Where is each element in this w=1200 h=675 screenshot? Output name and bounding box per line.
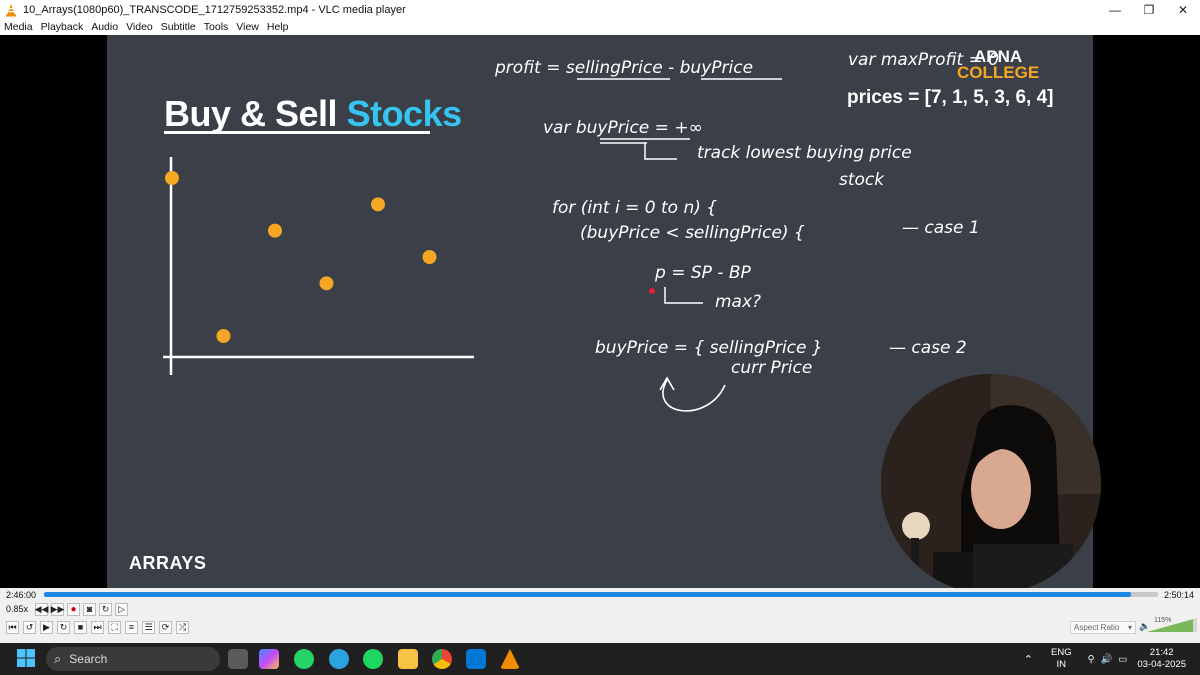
menu-help[interactable]: Help (263, 21, 293, 33)
window-title: 10_Arrays(1080p60)_TRANSCODE_17127592533… (23, 3, 406, 16)
note-profit-expr: p = SP - BP (654, 263, 751, 283)
note-case2-curr: curr Price (731, 358, 812, 378)
fullscreen-icon[interactable]: ⛶ (108, 620, 121, 634)
menu-view[interactable]: View (232, 21, 263, 33)
telegram-icon[interactable] (329, 649, 349, 669)
menu-subtitle[interactable]: Subtitle (157, 21, 200, 33)
spotify-icon[interactable] (363, 649, 383, 669)
controls-row-bottom: ⏮ ↺ ▶ ↻ ■ ⏭ ⛶ ≡ ☰ ⟳ ⤮ (6, 620, 189, 634)
network-icon[interactable]: ⚲ (1088, 654, 1095, 665)
stock-points (165, 171, 437, 343)
seek-progress (44, 592, 1132, 597)
whatsapp-icon[interactable] (294, 649, 314, 669)
playlist-icon[interactable]: ☰ (142, 620, 155, 634)
menu-media[interactable]: Media (0, 21, 37, 33)
section-label: ARRAYS (129, 553, 207, 573)
video-area[interactable]: Buy & Sell Stocks APNA COLLEGE prices = … (0, 35, 1200, 594)
stock-point (319, 276, 334, 291)
repeat-icon[interactable]: ⟳ (159, 620, 172, 634)
loop-icon[interactable]: ↻ (57, 620, 70, 634)
chevron-down-icon: ▾ (1127, 623, 1132, 632)
file-explorer-icon[interactable] (398, 649, 418, 669)
menu-playback[interactable]: Playback (37, 21, 88, 33)
windows-start-icon[interactable] (16, 648, 36, 668)
note-case1-condition: (buyPrice < sellingPrice) { (580, 223, 805, 243)
aspect-ratio-label: Aspect Ratio (1074, 623, 1120, 632)
vlc-taskbar-icon[interactable] (500, 649, 520, 669)
close-button[interactable]: ✕ (1166, 0, 1200, 19)
taskbar: ⌕ Search ⌃ ENG IN ⚲ 🔊 ▭ 21:42 03-04-2025 (0, 643, 1200, 675)
previous-icon[interactable]: ⏮ (6, 620, 19, 634)
clock[interactable]: 21:42 03-04-2025 (1137, 647, 1186, 671)
seek-bar[interactable] (44, 592, 1158, 597)
menu-tools[interactable]: Tools (200, 21, 233, 33)
menu-audio[interactable]: Audio (87, 21, 122, 33)
note-max-profit: var maxProfit = 0 (848, 50, 999, 70)
frame-forward-icon[interactable]: ▶▶ (51, 602, 64, 616)
window-titlebar: 10_Arrays(1080p60)_TRANSCODE_17127592533… (0, 0, 1200, 19)
note-case1-label: — case 1 (902, 218, 980, 238)
note-case2-label: — case 2 (889, 338, 967, 358)
minimize-button[interactable]: — (1098, 0, 1132, 19)
clock-date: 03-04-2025 (1137, 659, 1186, 670)
note-stock: stock (839, 170, 885, 190)
volume-control[interactable]: 🔈 115% (1139, 617, 1197, 634)
stop-loop-icon[interactable]: ↺ (23, 620, 36, 634)
task-view-icon[interactable] (228, 649, 248, 669)
frame-step-icon[interactable]: ▷ (115, 602, 129, 616)
note-max: max? (715, 292, 761, 312)
elapsed-time: 2:46:00 (6, 590, 37, 600)
stock-point (165, 171, 179, 185)
lang-code: ENG (1051, 647, 1072, 658)
snapshot-icon[interactable]: ◙ (83, 602, 97, 616)
search-icon: ⌕ (54, 651, 62, 666)
note-for-loop: for (int i = 0 to n) { (552, 198, 717, 218)
vlc-icon (6, 3, 16, 16)
lang-region: IN (1056, 659, 1067, 670)
playback-speed[interactable]: 0.85x (6, 604, 28, 614)
search-label: Search (69, 652, 108, 666)
extended-settings-icon[interactable]: ≡ (125, 620, 138, 634)
loop-ab-icon[interactable]: ↻ (99, 602, 113, 616)
volume-icon[interactable]: 🔊 (1101, 654, 1113, 665)
menubar: Media Playback Audio Video Subtitle Tool… (0, 19, 1200, 35)
stock-point (422, 250, 437, 264)
volume-level: 115% (1154, 617, 1172, 624)
next-icon[interactable]: ⏭ (91, 620, 104, 634)
stock-point (216, 329, 231, 343)
controls-row-top: 0.85x ◀◀ ▶▶ ● ◙ ↻ ▷ (6, 602, 129, 616)
note-track-lowest: track lowest buying price (697, 143, 912, 163)
taskbar-search[interactable]: ⌕ Search (46, 647, 220, 671)
player-controls: 2:46:00 2:50:14 0.85x ◀◀ ▶▶ ● ◙ ↻ ▷ ⏮ ↺ … (0, 588, 1200, 643)
note-buyprice-var: var buyPrice = +∞ (543, 118, 703, 138)
total-time: 2:50:14 (1163, 590, 1194, 600)
chrome-icon[interactable] (432, 649, 452, 669)
play-button[interactable]: ▶ (40, 620, 53, 634)
laser-pointer-dot (649, 288, 655, 294)
restore-button[interactable]: ❐ (1132, 0, 1166, 19)
language-indicator[interactable]: ENG IN (1051, 647, 1072, 671)
stop-icon[interactable]: ■ (74, 620, 87, 634)
copilot-icon[interactable] (259, 649, 279, 669)
record-button[interactable]: ● (67, 602, 81, 616)
vscode-icon[interactable] (466, 649, 486, 669)
presenter-image (881, 374, 1101, 594)
chevron-up-icon[interactable]: ⌃ (1024, 653, 1033, 666)
shuffle-icon[interactable]: ⤮ (176, 620, 189, 634)
note-profit-formula: profit = sellingPrice - buyPrice (494, 58, 753, 78)
aspect-ratio-select[interactable]: Aspect Ratio ▾ (1070, 621, 1136, 634)
frame-back-icon[interactable]: ◀◀ (35, 602, 48, 616)
battery-icon[interactable]: ▭ (1118, 654, 1127, 665)
system-tray: ⌃ ENG IN ⚲ 🔊 ▭ 21:42 03-04-2025 (1024, 643, 1200, 675)
clock-time: 21:42 (1149, 647, 1174, 658)
note-case2-assign: buyPrice = { sellingPrice } (595, 338, 823, 358)
presenter-webcam (881, 374, 1101, 594)
menu-video[interactable]: Video (122, 21, 157, 33)
stock-point (371, 197, 385, 212)
stock-point (268, 223, 282, 238)
